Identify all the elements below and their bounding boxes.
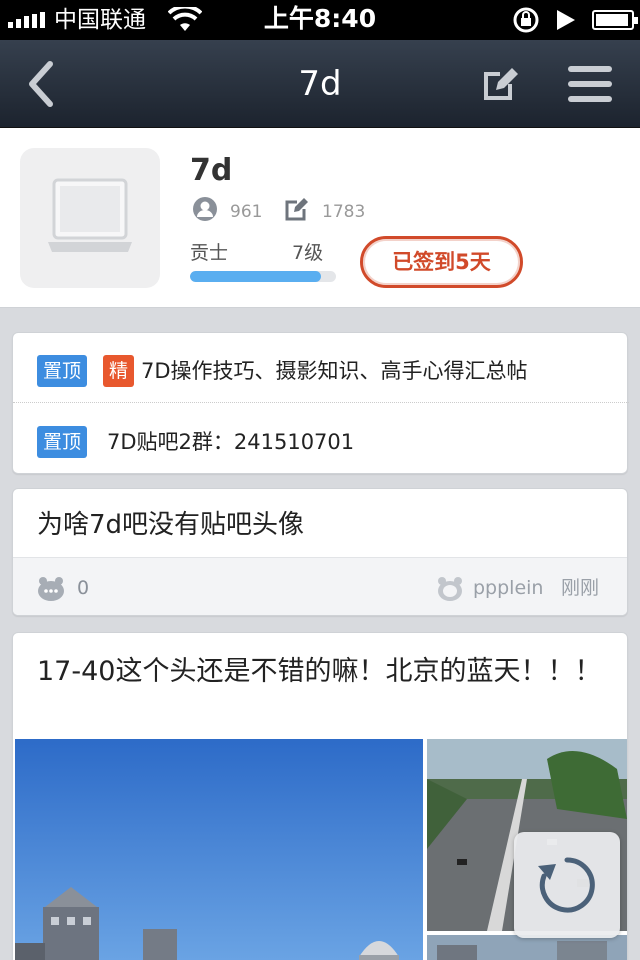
member-count-value: 961 [230,202,263,222]
thread-title: 为啥7d吧没有贴吧头像 [37,510,305,540]
essence-tag: 精 [103,355,135,387]
thread-photo[interactable] [427,935,627,960]
post-count-value: 1783 [322,202,366,222]
thread-photo[interactable] [15,739,423,960]
play-icon [557,10,575,30]
user-icon [193,197,217,221]
level-number: 7级 [292,242,324,264]
forum-name: 7d [190,153,233,188]
sticky-posts-card: 置顶 精 7D操作技巧、摄影知识、高手心得汇总帖 置顶 7D贴吧2群：24151… [12,332,629,474]
status-bar: 中国联通 上午8:40 [0,0,640,40]
forum-header: 7d 961 1783 贡士 7级 已签到5天 [0,128,640,308]
page-title: 7d [298,64,342,104]
laptop-icon [48,178,132,252]
clock: 上午8:40 [263,4,377,33]
sticky-post-title: 7D贴吧2群：241510701 [107,430,355,454]
menu-icon[interactable] [568,66,612,102]
pinned-tag: 置顶 [37,426,88,458]
sticky-post[interactable]: 置顶 7D贴吧2群：241510701 [13,404,629,474]
edit-icon[interactable] [480,64,520,104]
nav-bar: 7d [0,40,640,128]
sticky-post-title: 7D操作技巧、摄影知识、高手心得汇总帖 [141,359,528,383]
refresh-button[interactable] [514,832,620,938]
sticky-post[interactable]: 置顶 精 7D操作技巧、摄影知识、高手心得汇总帖 [13,333,629,403]
author-avatar-icon [438,577,462,601]
sign-in-badge[interactable]: 已签到5天 [360,236,523,288]
thread-time: 刚刚 [561,577,600,599]
back-arrow-icon[interactable] [22,58,62,110]
thread-footer: 0 ppplein 刚刚 [13,557,627,615]
battery-icon [592,10,638,30]
reply-count-icon [38,577,64,601]
level-progress-bar [190,271,336,282]
edit-post-icon [285,198,308,221]
thread-author[interactable]: ppplein [473,574,543,602]
reply-count: 0 [77,577,90,599]
forum-avatar [20,148,160,288]
thread-item[interactable]: 为啥7d吧没有贴吧头像 0 ppplein 刚刚 [12,488,628,616]
thread-title: 17-40这个头还是不错的嘛！北京的蓝天！！！ [37,656,602,687]
pinned-tag: 置顶 [37,355,88,387]
refresh-icon [538,857,595,913]
level-title: 贡士 [190,242,229,264]
rotation-lock-icon [513,7,539,33]
